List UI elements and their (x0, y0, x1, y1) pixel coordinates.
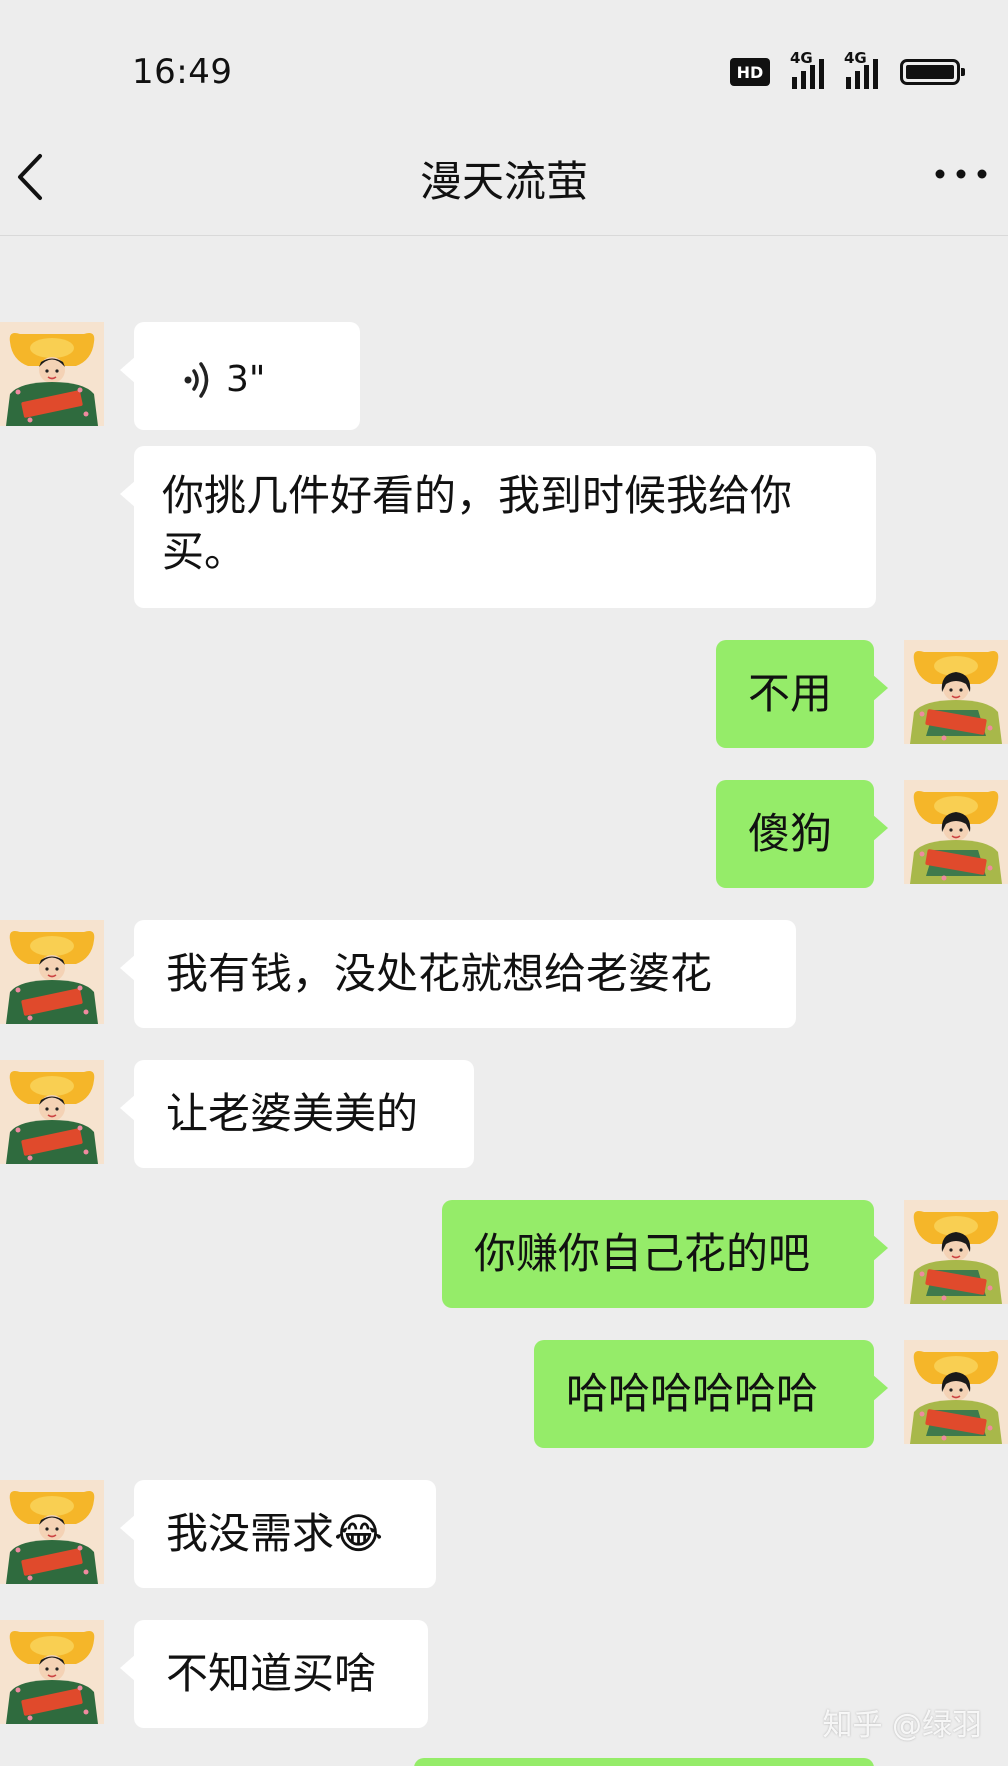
more-horizontal-icon (935, 169, 987, 179)
message-row: 让老婆美美的 (0, 1060, 1008, 1168)
message-row: 哈哈哈哈哈哈 (0, 1340, 1008, 1448)
signal-sim1-icon: 4G (790, 49, 824, 89)
hd-voice-icon: HD (730, 58, 770, 86)
status-time: 16:49 (132, 52, 233, 92)
watermark: 知乎 @绿羽 (822, 1708, 982, 1743)
text-message-bubble[interactable]: 不知道买啥 (120, 1620, 428, 1728)
voice-message-bubble[interactable]: 3" (120, 322, 360, 430)
text-message-bubble[interactable]: 让老婆美美的 (120, 1060, 474, 1168)
contact-avatar[interactable] (0, 1060, 104, 1164)
status-bar: 16:49 HD 4G 4G (0, 0, 1008, 120)
signal-sim2-icon: 4G (844, 49, 878, 89)
voice-duration: 3" (226, 359, 266, 400)
text-message-bubble[interactable]: 傻狗 (716, 780, 888, 888)
my-avatar[interactable] (904, 1200, 1008, 1304)
my-avatar[interactable] (904, 780, 1008, 884)
message-list[interactable]: 3" 你挑几件好看的，我到时候我给你买。 不用 傻狗 我有钱，没处花就想给老婆花… (0, 236, 1008, 1766)
message-row: 傻狗 (0, 780, 1008, 888)
more-button[interactable] (928, 154, 994, 194)
contact-avatar[interactable] (0, 1480, 104, 1584)
text-message-bubble-partial[interactable] (414, 1758, 874, 1766)
message-row: 我有钱，没处花就想给老婆花 (0, 920, 1008, 1028)
contact-avatar[interactable] (0, 1620, 104, 1724)
text-message-bubble[interactable]: 哈哈哈哈哈哈 (534, 1340, 888, 1448)
contact-avatar[interactable] (0, 322, 104, 426)
chat-header: 漫天流萤 (0, 120, 1008, 236)
text-message-bubble[interactable]: 我没需求😂 (120, 1480, 436, 1588)
message-row-partial (0, 1758, 1008, 1766)
text-message-bubble[interactable]: 我有钱，没处花就想给老婆花 (120, 920, 796, 1028)
text-message-bubble[interactable]: 你挑几件好看的，我到时候我给你买。 (120, 446, 876, 608)
message-row: 3" (0, 322, 1008, 430)
contact-avatar[interactable] (0, 920, 104, 1024)
message-row: 不用 (0, 640, 1008, 748)
text-message-bubble[interactable]: 你赚你自己花的吧 (442, 1200, 888, 1308)
voice-wave-icon (184, 362, 209, 398)
message-row: 你挑几件好看的，我到时候我给你买。 (0, 446, 1008, 608)
battery-icon (900, 59, 965, 85)
my-avatar[interactable] (904, 1340, 1008, 1444)
battery-fill (906, 65, 954, 79)
status-icons: HD 4G 4G (730, 49, 965, 92)
message-row: 你赚你自己花的吧 (0, 1200, 1008, 1308)
chat-title: 漫天流萤 (419, 157, 588, 206)
text-message-bubble[interactable]: 不用 (716, 640, 888, 748)
message-row: 我没需求😂 (0, 1480, 1008, 1588)
my-avatar[interactable] (904, 640, 1008, 744)
